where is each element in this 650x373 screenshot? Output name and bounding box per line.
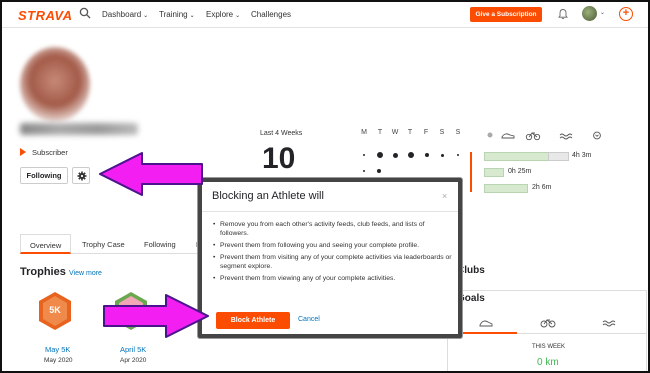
activity-dot bbox=[377, 152, 383, 158]
chevron-down-icon: ⌄ bbox=[143, 13, 149, 19]
stats-period-label: Last 4 Weeks bbox=[260, 130, 303, 137]
dialog-title: Blocking an Athlete will bbox=[212, 190, 324, 202]
gear-icon bbox=[77, 171, 87, 181]
activity-dot bbox=[393, 153, 398, 158]
activity-dot bbox=[408, 152, 414, 158]
swim-icon[interactable] bbox=[602, 318, 616, 328]
nav-explore[interactable]: Explore ⌄ bbox=[206, 10, 240, 19]
trophy-badge-may[interactable]: 5K bbox=[38, 291, 72, 331]
trophy-date: Apr 2020 bbox=[120, 357, 147, 364]
activity-dot bbox=[425, 153, 429, 157]
profile-tabs: Overview Trophy Case Following F bbox=[20, 234, 201, 254]
app-frame: STRAVA Dashboard ⌄ Training ⌄ Explore ⌄ Cha… bbox=[0, 0, 650, 373]
bike-icon bbox=[525, 132, 541, 141]
following-button[interactable]: Following bbox=[20, 167, 68, 184]
goal-sport-tabs bbox=[457, 312, 647, 334]
nav-dashboard[interactable]: Dashboard ⌄ bbox=[102, 10, 148, 19]
user-avatar[interactable] bbox=[582, 6, 597, 21]
run-shoe-icon bbox=[479, 320, 493, 327]
bar-run-value: 4h 3m bbox=[572, 152, 592, 159]
profile-photo bbox=[20, 47, 90, 122]
bike-icon[interactable] bbox=[540, 318, 556, 328]
trophy-title[interactable]: April 5K bbox=[120, 345, 146, 354]
weekday-label: S bbox=[439, 129, 445, 136]
activity-dot bbox=[457, 154, 459, 156]
annotation-arrow-right bbox=[103, 294, 209, 338]
swim-icon bbox=[559, 133, 573, 140]
bell-icon[interactable] bbox=[557, 8, 569, 20]
strava-logo[interactable]: STRAVA bbox=[18, 8, 73, 23]
tab-trophy-case[interactable]: Trophy Case bbox=[82, 240, 125, 249]
dialog-header: Blocking an Athlete will × bbox=[202, 182, 458, 212]
annotation-arrow-left bbox=[99, 152, 203, 196]
trophy-badge-label: 5K bbox=[49, 305, 61, 315]
weekday-label: T bbox=[407, 129, 413, 136]
trophy-date: May 2020 bbox=[44, 357, 73, 364]
activity-dot bbox=[441, 154, 444, 157]
all-sports-icon bbox=[487, 132, 493, 138]
list-item: Prevent them from viewing any of your co… bbox=[212, 274, 452, 283]
list-item: Remove you from each other's activity fe… bbox=[212, 220, 452, 238]
bar-swim-value: 2h 6m bbox=[532, 184, 552, 191]
chevron-down-icon bbox=[593, 131, 601, 140]
bar-run-segment bbox=[548, 152, 569, 161]
run-selected-indicator bbox=[470, 152, 472, 192]
trophies-heading: Trophies bbox=[20, 266, 66, 278]
weekday-label: M bbox=[361, 129, 367, 136]
list-item: Prevent them from visiting any of your c… bbox=[212, 253, 452, 271]
settings-button[interactable] bbox=[72, 167, 90, 184]
block-athlete-dialog: Blocking an Athlete will × Remove you fr… bbox=[198, 178, 462, 338]
chevron-down-icon: ⌄ bbox=[189, 13, 195, 19]
activity-dot bbox=[363, 154, 365, 156]
activity-dot bbox=[377, 169, 381, 173]
bar-swim bbox=[484, 184, 528, 193]
cancel-button[interactable]: Cancel bbox=[298, 316, 320, 323]
dialog-consequence-list: Remove you from each other's activity fe… bbox=[212, 220, 452, 286]
view-more-link[interactable]: View more bbox=[69, 270, 102, 277]
weekday-label: F bbox=[423, 129, 429, 136]
nav-challenges[interactable]: Challenges bbox=[251, 10, 291, 19]
this-week-label: THIS WEEK bbox=[532, 344, 566, 350]
close-icon[interactable]: × bbox=[442, 191, 447, 201]
bar-ride-value: 0h 25m bbox=[508, 168, 532, 175]
sport-filter-icons bbox=[487, 131, 601, 141]
chevron-down-icon[interactable]: ⌄ bbox=[600, 9, 605, 16]
weekday-label: S bbox=[455, 129, 461, 136]
tab-following[interactable]: Following bbox=[144, 240, 176, 249]
add-activity-button[interactable]: + bbox=[619, 7, 633, 21]
search-icon[interactable] bbox=[79, 7, 91, 19]
activity-dot bbox=[363, 170, 365, 172]
top-nav-bar: STRAVA Dashboard ⌄ Training ⌄ Explore ⌄ Cha… bbox=[2, 2, 648, 28]
subscriber-flag-icon bbox=[20, 148, 26, 156]
list-item: Prevent them from following you and seei… bbox=[212, 241, 452, 250]
bar-ride bbox=[484, 168, 504, 177]
chevron-down-icon: ⌄ bbox=[235, 13, 241, 19]
stats-activity-count: 10 bbox=[262, 142, 296, 175]
trophy-title[interactable]: May 5K bbox=[45, 345, 70, 354]
block-athlete-button[interactable]: Block Athlete bbox=[216, 312, 290, 329]
give-subscription-button[interactable]: Give a Subscription bbox=[470, 7, 542, 22]
subscriber-badge: Subscriber bbox=[32, 148, 68, 157]
goal-distance-value: 0 km bbox=[537, 357, 559, 368]
nav-training[interactable]: Training ⌄ bbox=[159, 10, 195, 19]
weekday-label: W bbox=[391, 129, 399, 136]
run-shoe-icon bbox=[501, 133, 515, 139]
profile-name-blurred bbox=[20, 123, 138, 135]
tab-overview[interactable]: Overview bbox=[20, 234, 72, 254]
weekday-label: T bbox=[377, 129, 383, 136]
